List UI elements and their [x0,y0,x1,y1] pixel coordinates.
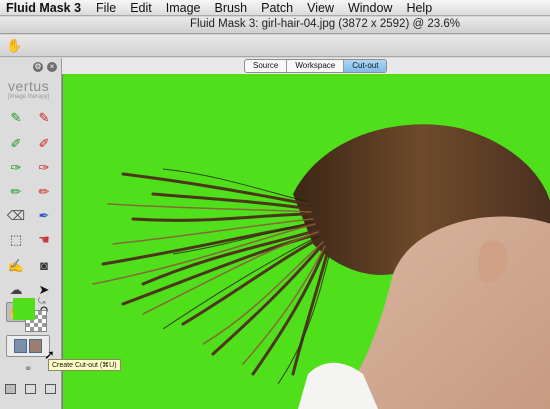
tab-source[interactable]: Source [245,60,288,72]
camera-icon[interactable]: ◙ [34,256,54,276]
panel-options-icon[interactable]: ⚙ [33,62,43,72]
window-title: Fluid Mask 3: girl-hair-04.jpg (3872 x 2… [190,18,460,30]
window-title-bar: Fluid Mask 3: girl-hair-04.jpg (3872 x 2… [0,17,550,34]
keep-local-brush-icon[interactable]: ✐ [6,134,26,154]
menu-window[interactable]: Window [348,1,392,15]
hand-brush-icon[interactable]: ☚ [34,230,54,250]
foreground-color-swatch[interactable] [13,298,35,320]
menu-brush[interactable]: Brush [214,1,247,15]
view-mode-bar [0,384,62,398]
reset-colors-icon[interactable]: ⚭ [24,364,32,375]
delete-local-brush-icon[interactable]: ✐ [34,134,54,154]
delete-fill-brush-icon[interactable]: ✑ [34,158,54,178]
keep-fill-brush-icon[interactable]: ✑ [6,158,26,178]
menu-view[interactable]: View [307,1,334,15]
brand-logo: vertus [8,78,50,94]
portrait-icon [14,339,27,353]
eraser-icon[interactable]: ⌫ [6,206,26,226]
tooltip-create-cut-out: Create Cut-out (⌘U) [48,359,121,371]
smudge-icon[interactable]: ☁ [6,280,26,300]
panel-close-icon[interactable]: × [47,62,57,72]
menu-bar: Fluid Mask 3 File Edit Image Brush Patch… [0,0,550,16]
pan-hand-icon[interactable]: ✋ [6,38,22,54]
menu-file[interactable]: File [96,1,116,15]
brand-tagline: [image therapy] [8,94,50,100]
edit-note-icon[interactable]: ✍ [6,256,26,276]
view-tab-bar: Source Workspace Cut-out [62,58,550,74]
keep-brush-icon[interactable]: ✎ [6,108,26,128]
menu-edit[interactable]: Edit [130,1,152,15]
view-full-icon[interactable] [45,384,56,394]
tool-panel: ⚙ × vertus [image therapy] ✎ ✎ ✐ ✐ ✑ ✑ ✏… [0,58,121,409]
delete-patch-icon[interactable]: ✏ [34,182,54,202]
cut-out-image [92,124,550,409]
view-split-icon[interactable] [25,384,36,394]
menu-image[interactable]: Image [166,1,201,15]
view-segmented-control: Source Workspace Cut-out [244,59,388,73]
blend-brush-icon[interactable]: ✒ [34,206,54,226]
swap-colors-icon[interactable]: ⤿ [38,296,46,307]
app-menu[interactable]: Fluid Mask 3 [6,1,81,15]
view-single-icon[interactable] [5,384,16,394]
tab-cut-out[interactable]: Cut-out [344,60,387,72]
menu-patch[interactable]: Patch [261,1,293,15]
image-canvas[interactable] [62,74,550,409]
delete-brush-icon[interactable]: ✎ [34,108,54,128]
toolbar: ✋ [0,35,550,57]
menu-help[interactable]: Help [406,1,432,15]
keep-patch-icon[interactable]: ✏ [6,182,26,202]
rect-select-icon[interactable]: ⬚ [6,230,26,250]
tab-workspace[interactable]: Workspace [287,60,345,72]
portrait-cutout-icon [29,339,42,353]
